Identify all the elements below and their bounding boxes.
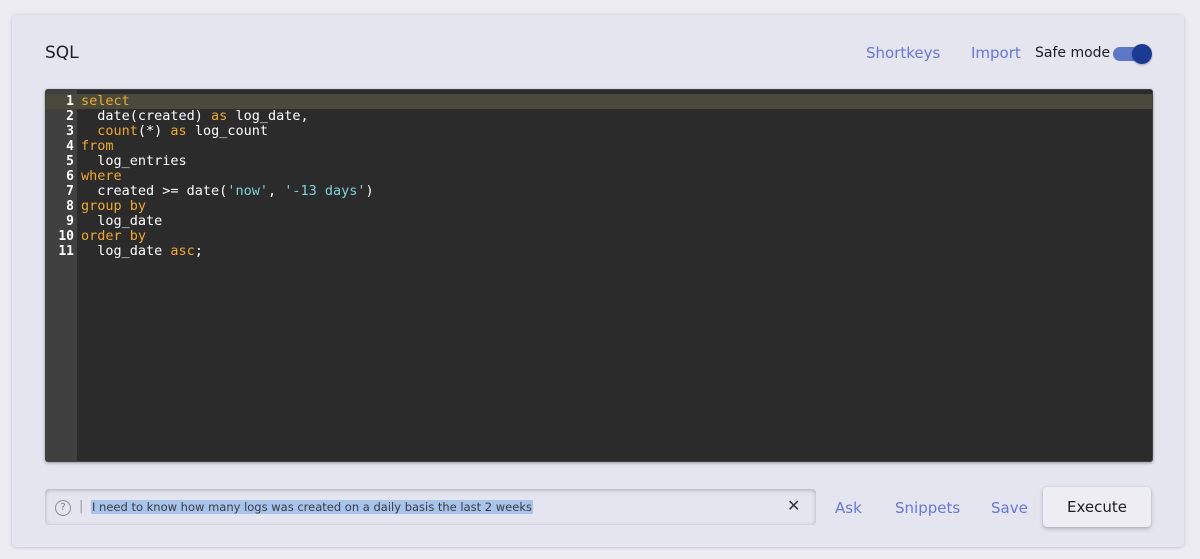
code-line[interactable]: 7 created >= date('now', '-13 days') [46, 184, 1152, 200]
line-number: 10 [58, 229, 74, 244]
line-number: 2 [66, 109, 74, 124]
question-circle-icon[interactable]: ? [55, 500, 71, 516]
line-number: 8 [66, 199, 74, 214]
line-number: 5 [66, 154, 74, 169]
line-number: 1 [66, 94, 74, 109]
line-number: 11 [58, 244, 74, 259]
ask-input-value[interactable]: I need to know how many logs was created… [91, 500, 533, 514]
code-line[interactable]: 9 log_date [46, 214, 1152, 230]
code-area[interactable]: 1 select 2 date(created) as log_date, 3 cou… [46, 94, 1152, 259]
toggle-knob [1132, 44, 1152, 64]
code-line-text[interactable]: count(*) as log_count [81, 124, 268, 139]
sql-editor[interactable]: 1 select 2 date(created) as log_date, 3 cou… [45, 89, 1153, 462]
line-number: 4 [66, 139, 74, 154]
code-line[interactable]: 3 count(*) as log_count [46, 124, 1152, 140]
sql-panel: SQL Shortkeys Import Safe mode 1 select 2 … [12, 15, 1184, 547]
save-button[interactable]: Save [991, 499, 1028, 517]
code-line-text[interactable]: from [81, 139, 114, 154]
line-number: 9 [66, 214, 74, 229]
code-line[interactable]: 10 order by [46, 229, 1152, 245]
page-title: SQL [45, 43, 79, 63]
code-line[interactable]: 8 group by [46, 199, 1152, 215]
code-line-text[interactable]: where [81, 169, 122, 184]
code-line[interactable]: 5 log_entries [46, 154, 1152, 170]
code-line[interactable]: 4 from [46, 139, 1152, 155]
line-number: 6 [66, 169, 74, 184]
code-line-text[interactable]: log_entries [81, 154, 186, 169]
close-icon[interactable]: ✕ [787, 496, 800, 515]
code-line-text[interactable]: select [81, 94, 130, 109]
execute-button[interactable]: Execute [1043, 487, 1151, 527]
code-line[interactable]: 11 log_date asc; [46, 244, 1152, 260]
import-link[interactable]: Import [971, 44, 1021, 62]
line-number: 3 [66, 124, 74, 139]
code-line-text[interactable]: log_date [81, 214, 162, 229]
code-line-text[interactable]: created >= date('now', '-13 days') [81, 184, 373, 199]
code-line[interactable]: 1 select [46, 94, 1152, 109]
code-line[interactable]: 2 date(created) as log_date, [46, 109, 1152, 125]
ask-button[interactable]: Ask [835, 499, 862, 517]
snippets-button[interactable]: Snippets [895, 499, 960, 517]
code-line-text[interactable]: log_date asc; [81, 244, 203, 259]
safe-mode-toggle[interactable] [1113, 44, 1153, 64]
safe-mode-label: Safe mode [1035, 45, 1111, 61]
code-line-text[interactable]: date(created) as log_date, [81, 109, 308, 124]
input-separator: | [79, 499, 84, 514]
code-line-text[interactable]: order by [81, 229, 146, 244]
shortkeys-link[interactable]: Shortkeys [866, 44, 940, 62]
code-line[interactable]: 6 where [46, 169, 1152, 185]
code-line-text[interactable]: group by [81, 199, 146, 214]
ask-input-field[interactable]: ? | I need to know how many logs was cre… [45, 489, 816, 525]
line-number: 7 [66, 184, 74, 199]
